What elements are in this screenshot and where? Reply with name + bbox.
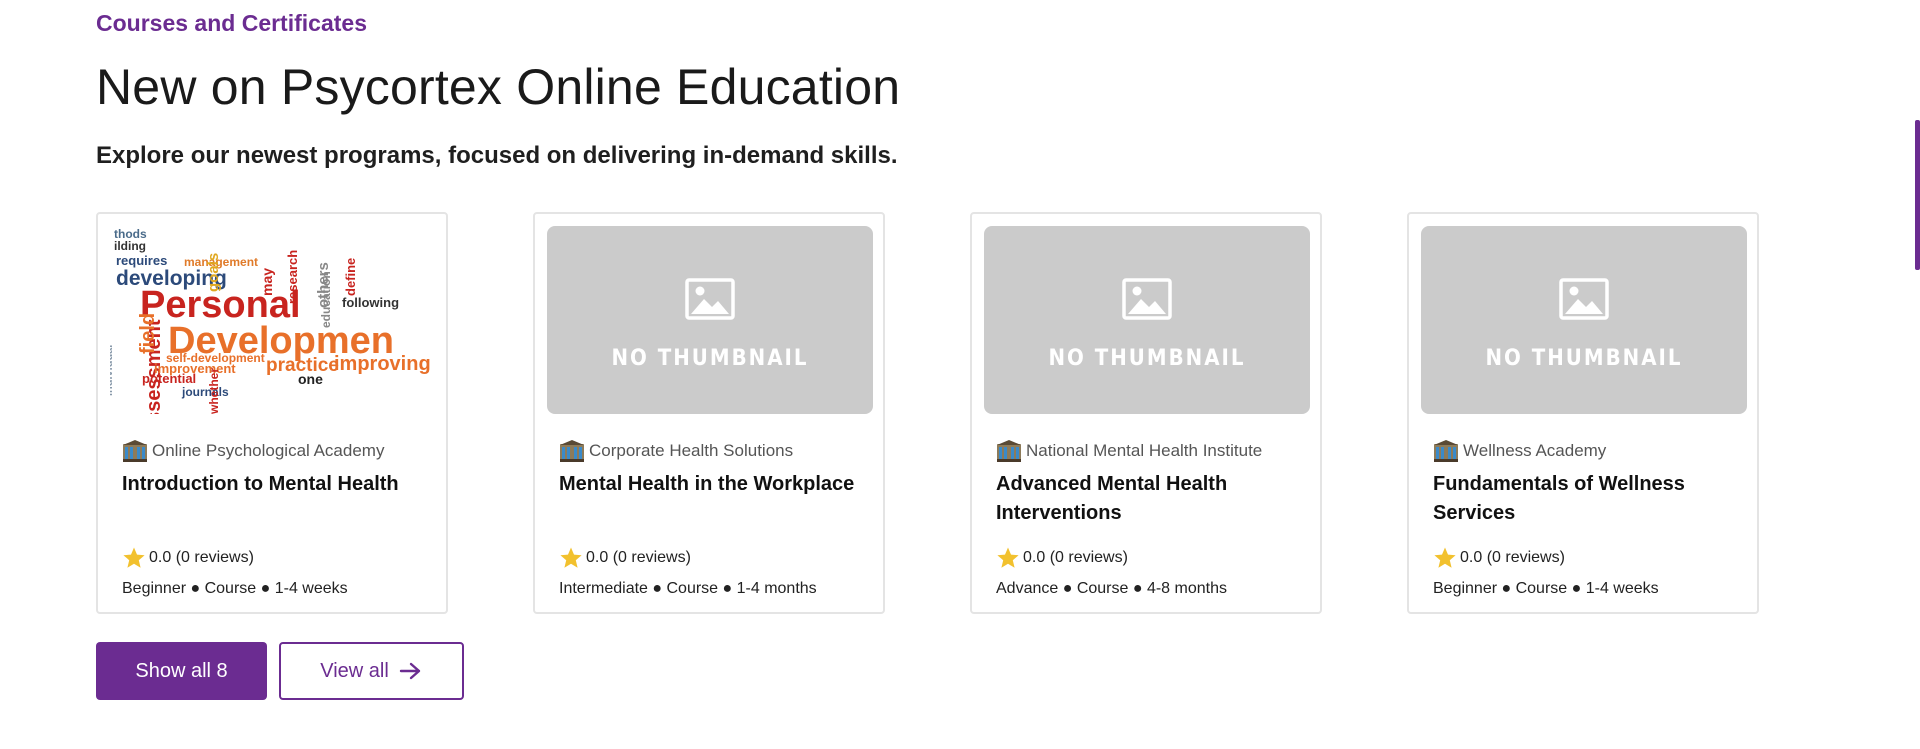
course-provider: National Mental Health Institute	[996, 438, 1316, 464]
institution-icon	[123, 440, 147, 462]
show-all-label: Show all 8	[135, 659, 228, 682]
scrollbar-thumb[interactable]	[1915, 120, 1920, 270]
view-all-button[interactable]: View all	[279, 642, 464, 700]
rating-text: 0.0 (0 reviews)	[149, 549, 254, 566]
rating-text: 0.0 (0 reviews)	[1023, 549, 1128, 566]
course-card[interactable]: NO THUMBNAIL Corporate Health Solutions …	[533, 212, 885, 614]
thumbnail-word: field	[137, 312, 159, 354]
rating-text: 0.0 (0 reviews)	[586, 549, 691, 566]
arrow-right-icon	[399, 662, 420, 680]
star-icon	[123, 547, 145, 568]
course-title[interactable]: Introduction to Mental Health	[122, 470, 422, 499]
thumbnail-word: education	[319, 271, 333, 328]
thumbnail-word: may	[259, 267, 275, 296]
course-meta: Beginner ● Course ● 1-4 weeks	[1433, 580, 1659, 597]
thumbnail-word: define	[343, 257, 358, 296]
provider-name: Online Psychological Academy	[152, 441, 385, 460]
thumbnail-word: improvement	[154, 361, 236, 376]
course-rating: 0.0 (0 reviews)	[996, 544, 1128, 572]
no-thumbnail-label: NO THUMBNAIL	[1048, 346, 1246, 371]
view-all-label: View all	[320, 659, 389, 682]
course-meta: Intermediate ● Course ● 1-4 months	[559, 580, 817, 597]
course-card[interactable]: NO THUMBNAIL Wellness Academy Fundamenta…	[1407, 212, 1759, 614]
star-icon	[997, 547, 1019, 568]
course-rating: 0.0 (0 reviews)	[122, 544, 254, 572]
star-icon	[1434, 547, 1456, 568]
course-thumbnail: NO THUMBNAIL	[984, 226, 1310, 414]
course-provider: Wellness Academy	[1433, 438, 1753, 464]
section-subtitle: Explore our newest programs, focused on …	[96, 142, 898, 169]
course-thumbnail: NO THUMBNAIL	[1421, 226, 1747, 414]
scrollbar[interactable]	[1908, 0, 1920, 749]
institution-icon	[997, 440, 1021, 462]
thumbnail-word: goals	[205, 252, 222, 292]
image-icon	[685, 278, 735, 320]
image-icon	[1559, 278, 1609, 320]
thumbnail-word: research	[285, 249, 300, 304]
thumbnail-word: individual	[110, 344, 115, 396]
thumbnail-word: journals	[182, 385, 229, 399]
thumbnail-word: ilding	[114, 239, 146, 253]
provider-name: National Mental Health Institute	[1026, 441, 1263, 460]
provider-name: Corporate Health Solutions	[589, 441, 794, 460]
course-provider: Online Psychological Academy	[122, 438, 442, 464]
rating-text: 0.0 (0 reviews)	[1460, 549, 1565, 566]
course-thumbnail: NO THUMBNAIL	[547, 226, 873, 414]
institution-icon	[1434, 440, 1458, 462]
image-icon	[1122, 278, 1172, 320]
star-icon	[560, 547, 582, 568]
thumbnail-word: following	[342, 295, 400, 310]
thumbnail-word: improving	[334, 353, 431, 375]
institution-icon	[560, 440, 584, 462]
course-meta: Beginner ● Course ● 1-4 weeks	[122, 580, 348, 597]
course-title[interactable]: Advanced Mental Health Interventions	[996, 470, 1296, 528]
course-rating: 0.0 (0 reviews)	[559, 544, 691, 572]
section-title: New on Psycortex Online Education	[96, 59, 901, 115]
course-meta: Advance ● Course ● 4-8 months	[996, 580, 1227, 597]
thumbnail-word: one	[298, 371, 323, 387]
thumbnail-word: whether	[207, 367, 221, 414]
show-all-button[interactable]: Show all 8	[96, 642, 267, 700]
course-title[interactable]: Mental Health in the Workplace	[559, 470, 859, 499]
no-thumbnail-label: NO THUMBNAIL	[1485, 346, 1683, 371]
course-title[interactable]: Fundamentals of Wellness Services	[1433, 470, 1733, 528]
section-eyebrow: Courses and Certificates	[96, 10, 367, 36]
course-rating: 0.0 (0 reviews)	[1433, 544, 1565, 572]
thumbnail-word: requires	[116, 253, 168, 268]
provider-name: Wellness Academy	[1463, 441, 1607, 460]
course-card[interactable]: thods ilding requires management develop…	[96, 212, 448, 614]
course-thumbnail: thods ilding requires management develop…	[110, 226, 436, 414]
no-thumbnail-label: NO THUMBNAIL	[611, 346, 809, 371]
course-card[interactable]: NO THUMBNAIL National Mental Health Inst…	[970, 212, 1322, 614]
course-provider: Corporate Health Solutions	[559, 438, 879, 464]
